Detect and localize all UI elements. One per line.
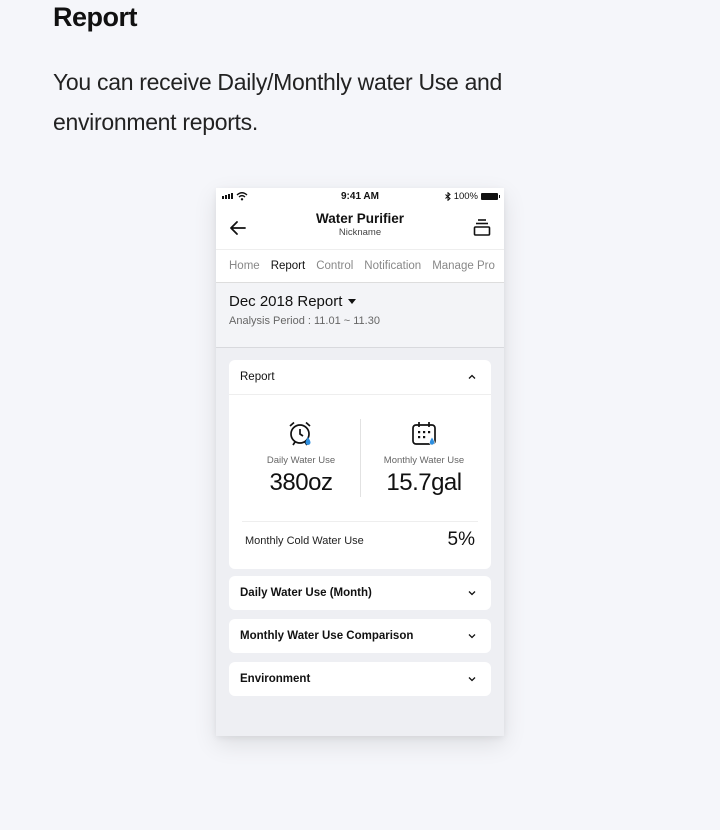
tab-notification[interactable]: Notification bbox=[364, 250, 421, 282]
section-title: Monthly Water Use Comparison bbox=[240, 630, 414, 642]
section-title: Daily Water Use (Month) bbox=[240, 587, 372, 599]
chevron-down-icon bbox=[468, 591, 476, 596]
app-title: Water Purifier bbox=[315, 211, 405, 226]
battery-percent: 100% bbox=[453, 191, 478, 202]
tab-control[interactable]: Control bbox=[316, 250, 353, 282]
section-header[interactable]: Monthly Water Use Comparison bbox=[229, 619, 491, 653]
page-description: You can receive Daily/Monthly water Use … bbox=[53, 69, 503, 135]
report-card: Report Daily Water Use 380oz Monthly Wat… bbox=[229, 360, 491, 569]
report-card-title: Report bbox=[240, 371, 275, 383]
status-bar: 9:41 AM 100% bbox=[216, 188, 504, 206]
section-header[interactable]: Environment bbox=[229, 662, 491, 696]
tab-report[interactable]: Report bbox=[271, 250, 306, 282]
daily-water-label: Daily Water Use bbox=[266, 455, 336, 466]
period-title: Dec 2018 Report bbox=[229, 293, 343, 310]
chevron-down-icon bbox=[468, 677, 476, 682]
tab-bar: Home Report Control Notification Manage … bbox=[216, 249, 504, 283]
bluetooth-icon bbox=[444, 192, 451, 201]
daily-water-value: 380oz bbox=[269, 469, 333, 496]
battery-icon bbox=[481, 193, 500, 200]
app-bar: Water Purifier Nickname bbox=[216, 206, 504, 249]
period-selector[interactable]: Dec 2018 Report bbox=[229, 293, 357, 310]
analysis-period: Analysis Period : 11.01 ~ 11.30 bbox=[229, 315, 380, 327]
app-subtitle: Nickname bbox=[338, 227, 382, 238]
chevron-up-icon bbox=[468, 374, 476, 379]
tab-home[interactable]: Home bbox=[229, 250, 260, 282]
section-monthly-water-use-comparison: Monthly Water Use Comparison bbox=[229, 619, 491, 653]
cold-divider bbox=[242, 521, 478, 522]
tab-manage-product[interactable]: Manage Pro bbox=[432, 250, 495, 282]
cold-water-label: Monthly Cold Water Use bbox=[245, 535, 364, 547]
monthly-water-metric: Monthly Water Use 15.7gal bbox=[364, 419, 484, 497]
section-environment: Environment bbox=[229, 662, 491, 696]
stack-menu-icon[interactable] bbox=[472, 217, 492, 237]
metric-divider bbox=[360, 419, 361, 497]
alarm-clock-drop-icon bbox=[289, 421, 311, 446]
section-daily-water-use-month: Daily Water Use (Month) bbox=[229, 576, 491, 610]
phone-mockup: 9:41 AM 100% Water Purifier Nickname Hom… bbox=[216, 188, 504, 736]
caret-down-icon bbox=[348, 299, 357, 304]
section-title: Environment bbox=[240, 673, 311, 685]
report-card-header[interactable]: Report bbox=[229, 360, 491, 394]
report-period: Dec 2018 Report Analysis Period : 11.01 … bbox=[216, 283, 504, 348]
daily-water-metric: Daily Water Use 380oz bbox=[241, 419, 361, 497]
section-header[interactable]: Daily Water Use (Month) bbox=[229, 576, 491, 610]
calendar-drop-icon bbox=[412, 422, 436, 446]
chevron-down-icon bbox=[468, 634, 476, 639]
cold-water-value: 5% bbox=[447, 529, 475, 550]
monthly-water-label: Monthly Water Use bbox=[383, 455, 465, 466]
page-heading: Report bbox=[53, 2, 138, 32]
monthly-water-value: 15.7gal bbox=[386, 469, 462, 496]
